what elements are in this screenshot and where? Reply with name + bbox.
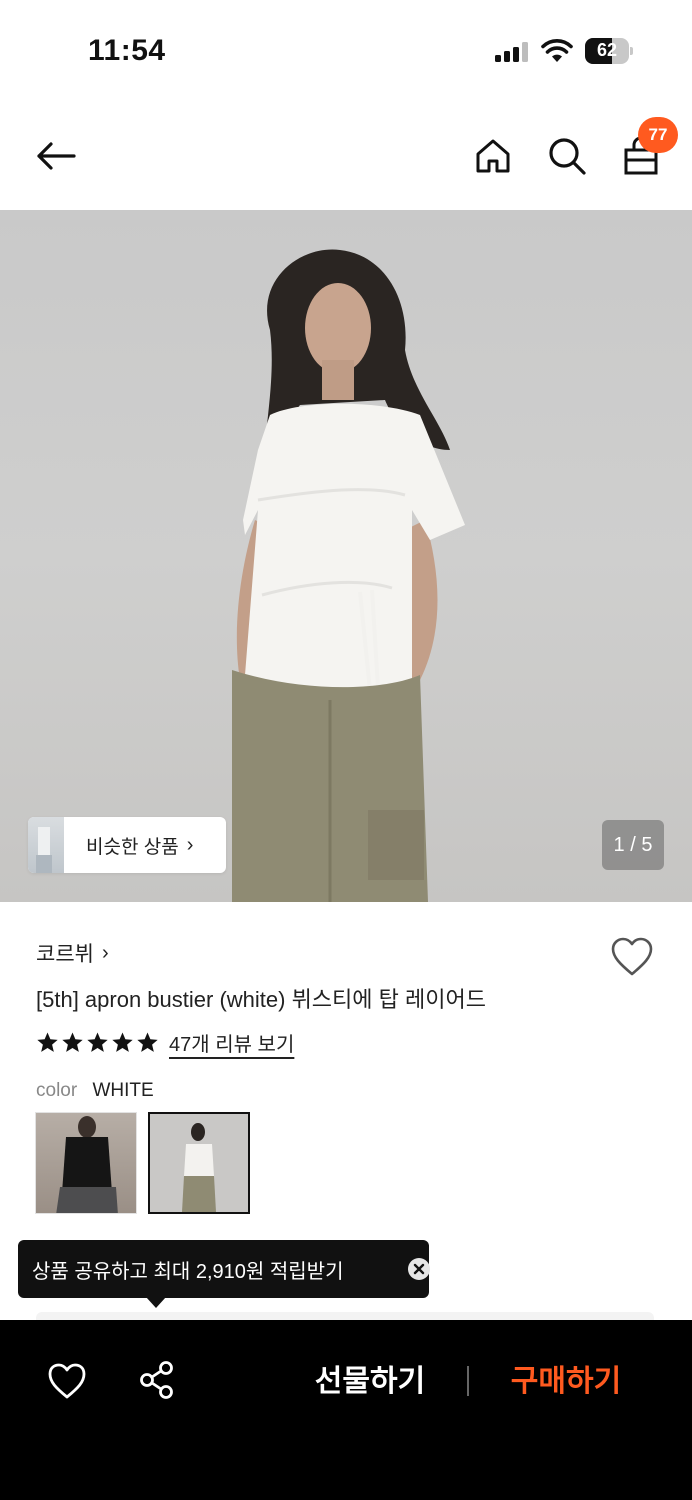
color-row: color WHITE: [36, 1080, 154, 1102]
share-icon[interactable]: [138, 1360, 176, 1400]
product-title: [5th] apron bustier (white) 뷔스티에 탑 레이어드: [36, 987, 486, 1012]
star-icon: [137, 1032, 158, 1052]
search-icon: [549, 138, 586, 175]
heart-icon[interactable]: [47, 1362, 87, 1400]
battery-percent: 62: [596, 40, 618, 60]
bottom-action-bar: 선물하기 구매하기: [0, 1320, 692, 1500]
brand-link[interactable]: 코르뷔 ›: [36, 938, 109, 968]
tooltip-text: 상품 공유하고 최대 2,910원 적립받기: [32, 1260, 344, 1283]
similar-products-label: 비슷한 상품: [86, 836, 179, 858]
home-button[interactable]: [470, 133, 516, 179]
image-page-counter: 1 / 5: [602, 820, 664, 870]
cellular-signal-icon: [495, 42, 528, 62]
color-option-black[interactable]: [35, 1112, 137, 1214]
wifi-icon: [541, 39, 573, 62]
home-icon: [476, 139, 510, 173]
close-icon[interactable]: [408, 1258, 430, 1280]
color-label: color: [36, 1080, 78, 1101]
cart-count-badge: 77: [638, 117, 678, 153]
chevron-right-icon: ›: [101, 941, 109, 964]
star-icon: [62, 1032, 83, 1052]
status-bar: 11:54 62: [0, 0, 692, 100]
product-image[interactable]: [0, 210, 692, 902]
model-photo: [232, 249, 465, 902]
back-button[interactable]: [33, 133, 79, 179]
similar-products-button[interactable]: 비슷한 상품 ›: [28, 817, 226, 873]
star-icon: [37, 1032, 58, 1052]
brand-name: 코르뷔: [36, 943, 94, 966]
top-nav: [0, 100, 692, 210]
star-icon: [87, 1032, 108, 1052]
search-button[interactable]: [544, 133, 590, 179]
battery-icon: 62: [585, 38, 633, 64]
divider: [467, 1366, 469, 1396]
heart-icon[interactable]: [610, 936, 654, 978]
chevron-right-icon: ›: [186, 833, 194, 856]
status-time: 11:54: [88, 34, 166, 67]
share-reward-tooltip: 상품 공유하고 최대 2,910원 적립받기: [18, 1240, 430, 1298]
back-arrow-icon: [37, 142, 76, 170]
rating-stars: [36, 1031, 159, 1054]
rating-row: 47개 리뷰 보기: [36, 1028, 294, 1057]
buy-button[interactable]: 구매하기: [496, 1360, 636, 1404]
review-link[interactable]: 47개 리뷰 보기: [169, 1028, 294, 1057]
color-value: WHITE: [92, 1080, 154, 1101]
star-icon: [112, 1032, 133, 1052]
gift-button[interactable]: 선물하기: [300, 1360, 440, 1404]
similar-product-thumbnail: [28, 817, 64, 873]
color-option-white[interactable]: [148, 1112, 250, 1214]
tooltip-arrow: [146, 1297, 166, 1308]
